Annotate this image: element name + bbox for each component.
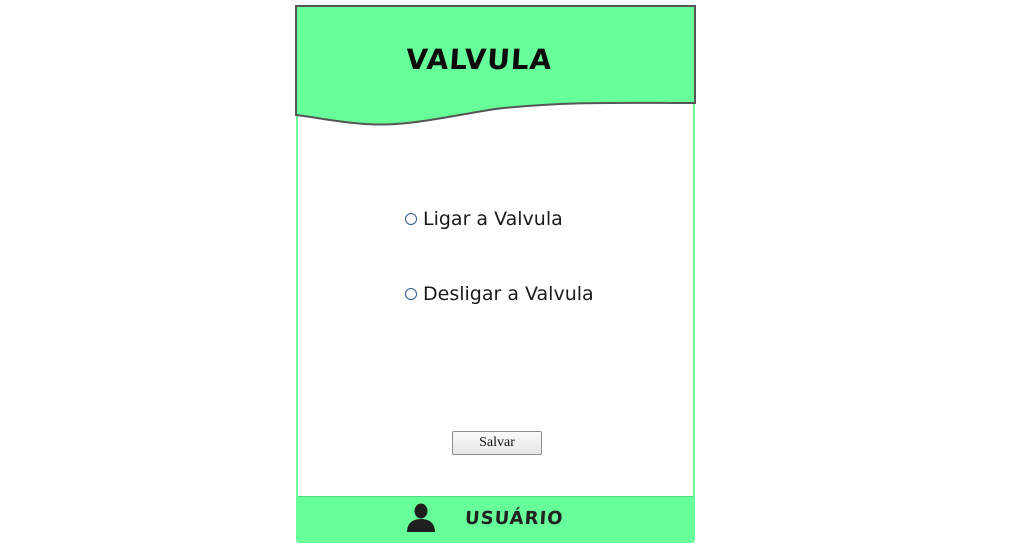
save-button[interactable]: Salvar xyxy=(452,431,542,455)
radio-ligar[interactable] xyxy=(405,213,417,225)
user-label[interactable]: USUÁRIO xyxy=(464,507,564,531)
page-title: VALVULA xyxy=(404,43,554,76)
option-ligar[interactable]: Ligar a Valvula xyxy=(405,206,563,232)
option-label-ligar: Ligar a Valvula xyxy=(423,208,563,230)
option-desligar[interactable]: Desligar a Valvula xyxy=(405,281,594,307)
option-label-desligar: Desligar a Valvula xyxy=(423,283,594,305)
user-icon[interactable] xyxy=(405,502,437,532)
radio-desligar[interactable] xyxy=(405,288,417,300)
